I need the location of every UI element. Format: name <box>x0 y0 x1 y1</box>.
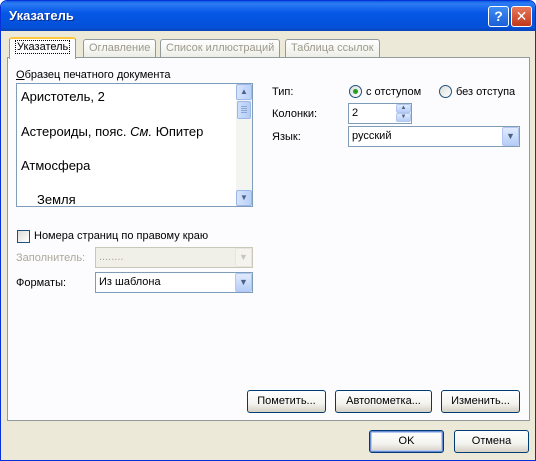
close-button[interactable]: ✕ <box>511 6 532 27</box>
language-label: Язык: <box>272 131 301 143</box>
print-preview[interactable]: Аристотель, 2 Астероиды, пояс. См. Юпите… <box>16 83 253 207</box>
preview-entry: Земля <box>37 192 76 207</box>
formats-label: Форматы: <box>16 277 67 289</box>
dialog-title: Указатель <box>9 8 74 23</box>
filler-label: Заполнитель: <box>16 252 86 264</box>
tab-authorities[interactable]: Таблица ссылок <box>285 39 380 58</box>
cancel-button[interactable]: Отмена <box>454 430 529 453</box>
preview-entry: Аристотель, 2 <box>21 89 105 104</box>
chevron-down-icon[interactable]: ▼ <box>235 273 252 292</box>
right-align-label[interactable]: Номера страниц по правому краю <box>34 230 208 242</box>
automark-button[interactable]: Автопометка... <box>335 390 432 413</box>
spin-down-icon[interactable]: ▼ <box>396 113 411 122</box>
radio-run-in-label[interactable]: без отступа <box>456 86 515 98</box>
radio-selected-dot <box>353 89 358 94</box>
scroll-thumb[interactable] <box>237 101 251 119</box>
help-button[interactable]: ? <box>488 6 509 27</box>
language-value: русский <box>352 130 392 142</box>
language-select[interactable]: русский ▼ <box>348 126 520 147</box>
preview-label-rest: бразец печатного документа <box>24 69 171 81</box>
scroll-up-icon[interactable]: ▲ <box>236 84 252 100</box>
preview-entry-see-word: См. <box>130 124 153 139</box>
chevron-down-icon[interactable]: ▼ <box>502 127 519 146</box>
ok-button[interactable]: OK <box>369 430 444 453</box>
right-align-checkbox[interactable] <box>17 230 30 243</box>
preview-label: Образец печатного документа <box>16 69 171 81</box>
formats-value: Из шаблона <box>99 276 161 288</box>
index-dialog: Указатель ? ✕ Указатель Оглавление Списо… <box>0 0 536 461</box>
tab-index[interactable]: Указатель <box>9 37 77 59</box>
columns-value[interactable]: 2 <box>352 107 358 119</box>
columns-spin-buttons[interactable]: ▲ ▼ <box>396 104 411 123</box>
radio-run-in[interactable] <box>439 85 452 98</box>
filler-value: ........ <box>99 251 124 263</box>
chevron-down-icon: ▼ <box>235 248 252 267</box>
tab-contents[interactable]: Оглавление <box>83 39 157 58</box>
title-bar[interactable]: Указатель ? ✕ <box>1 1 535 31</box>
columns-label: Колонки: <box>272 108 318 120</box>
preview-label-mnemonic: О <box>16 69 25 81</box>
radio-indented[interactable] <box>349 85 362 98</box>
preview-entry-see-target: Юпитер <box>155 124 204 139</box>
tab-index-label: Указатель <box>15 40 71 54</box>
filler-select: ........ ▼ <box>95 247 253 268</box>
preview-scrollbar[interactable]: ▲ ▼ <box>236 84 252 206</box>
mark-entry-button[interactable]: Пометить... <box>247 390 326 413</box>
tab-illustrations[interactable]: Список иллюстраций <box>160 39 281 58</box>
preview-entry: Атмосфера <box>21 158 91 173</box>
preview-entry-see-prefix: Астероиды, пояс. <box>21 124 127 139</box>
preview-entry: Астероиды, пояс. См. Юпитер <box>21 124 203 139</box>
type-label: Тип: <box>272 86 294 98</box>
spin-up-icon[interactable]: ▲ <box>396 104 411 113</box>
columns-spinner[interactable]: 2 ▲ ▼ <box>348 103 412 124</box>
modify-button[interactable]: Изменить... <box>441 390 520 413</box>
formats-select[interactable]: Из шаблона ▼ <box>95 272 253 293</box>
scroll-down-icon[interactable]: ▼ <box>236 190 252 206</box>
radio-indented-label[interactable]: с отступом <box>366 86 421 98</box>
